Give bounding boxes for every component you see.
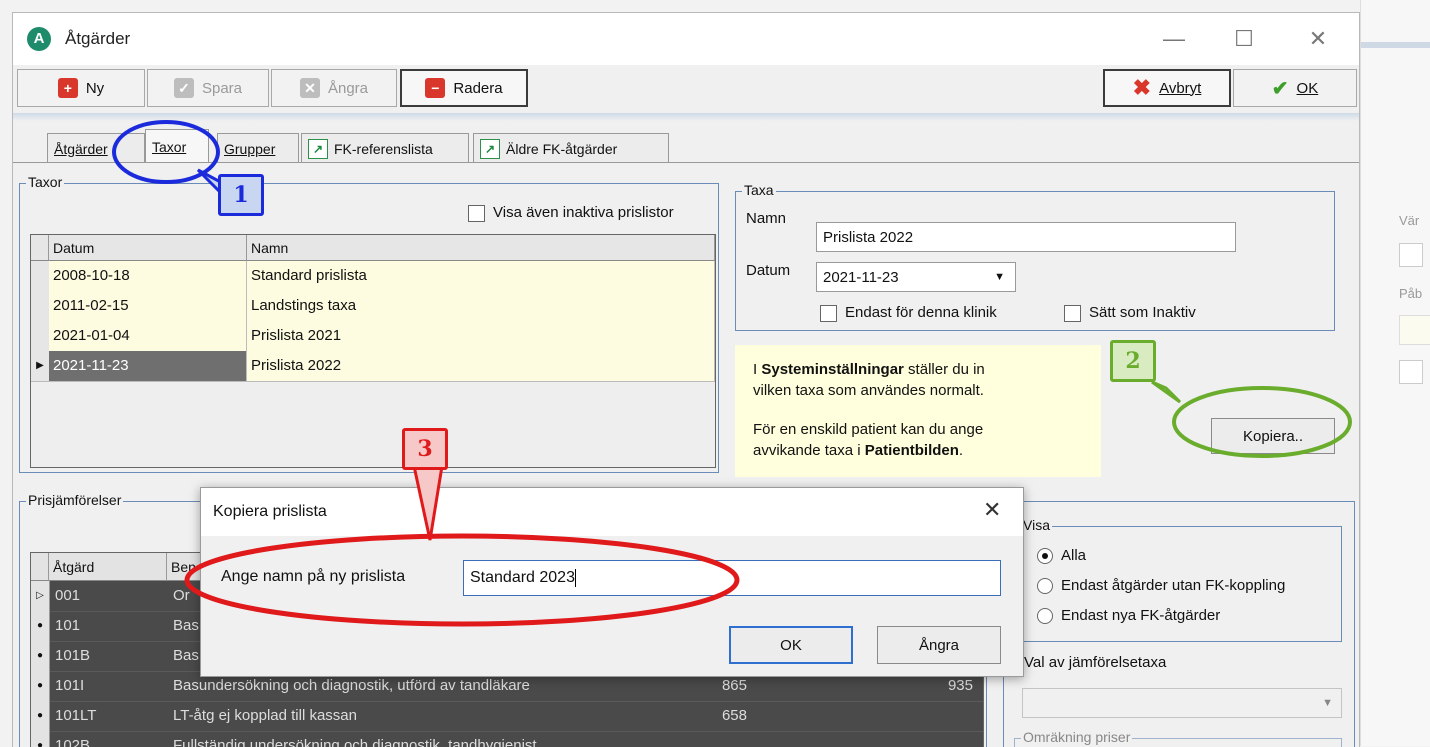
highlight-ellipse-input (184, 533, 740, 627)
annotation-badge-1: 1 (218, 174, 264, 216)
callout-pointer-2 (1151, 380, 1182, 404)
annotation-overlay (112, 120, 1352, 627)
callout-pointer-3 (412, 464, 444, 541)
annotation-badge-3: 3 (402, 428, 448, 470)
highlight-ellipse-copy (1172, 386, 1352, 458)
annotation-badge-2: 2 (1110, 340, 1156, 382)
